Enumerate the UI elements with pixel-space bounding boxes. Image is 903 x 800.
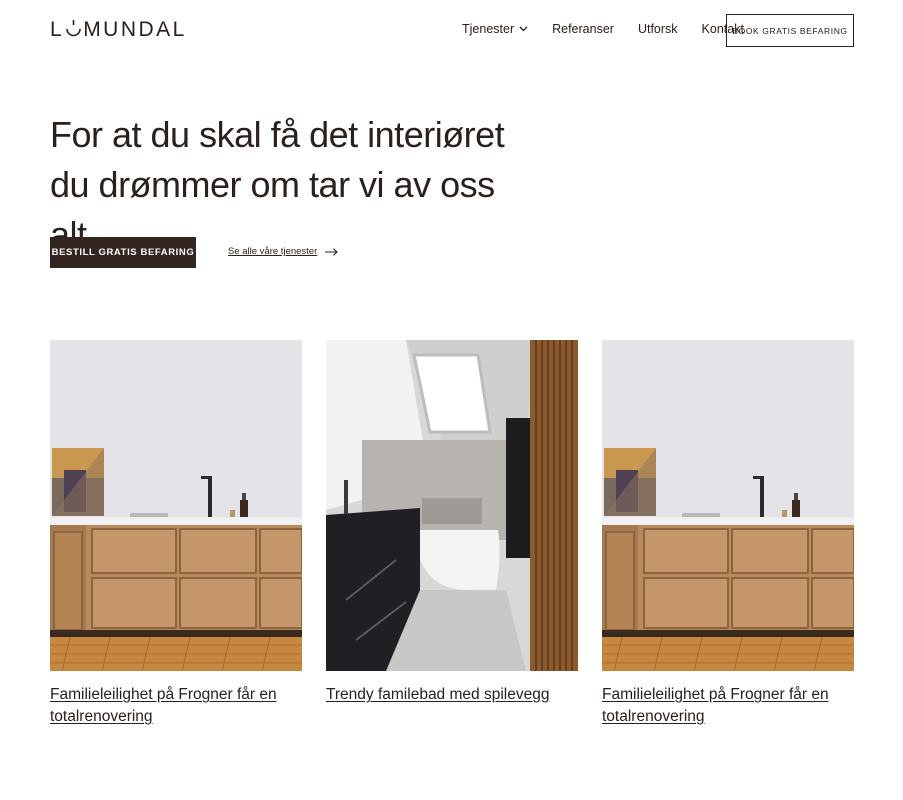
chevron-down-icon [519,26,528,32]
services-link[interactable]: Se alle våre tjenester [228,246,339,257]
book-befaring-button[interactable]: BOOK GRATIS BEFARING [726,14,854,47]
nav-item-utforsk[interactable]: Utforsk [638,22,678,36]
logo-text-start: L [50,18,65,41]
project-title[interactable]: Familieleilighet på Frogner får en total… [50,684,302,728]
bestill-befaring-button[interactable]: BESTILL GRATIS BEFARING [50,237,196,268]
nav-item-referanser[interactable]: Referanser [552,22,614,36]
arrow-right-icon [325,247,339,256]
kitchen-image[interactable] [50,340,302,671]
logo-mark-icon [65,20,82,40]
project-card[interactable]: Familieleilighet på Frogner får en total… [602,340,854,728]
nav-item-label: Tjenester [462,22,515,36]
kitchen-image[interactable] [602,340,854,671]
project-title[interactable]: Familieleilighet på Frogner får en total… [602,684,854,728]
project-title[interactable]: Trendy familebad med spilevegg [326,684,578,706]
nav-item-label: Referanser [552,22,614,36]
services-link-label: Se alle våre tjenester [228,246,318,257]
logo-text-end: MUNDAL [83,18,187,41]
nav-item-tjenester[interactable]: Tjenester [462,22,528,36]
nav-item-label: Utforsk [637,22,678,36]
main-nav: Tjenester Referanser Utforsk Kontakt [462,22,744,36]
bathroom-image[interactable] [326,340,578,671]
logo[interactable]: L MUNDAL [50,18,187,42]
project-card[interactable]: Trendy familebad med spilevegg [326,340,578,706]
project-card[interactable]: Familieleilighet på Frogner får en total… [50,340,302,728]
